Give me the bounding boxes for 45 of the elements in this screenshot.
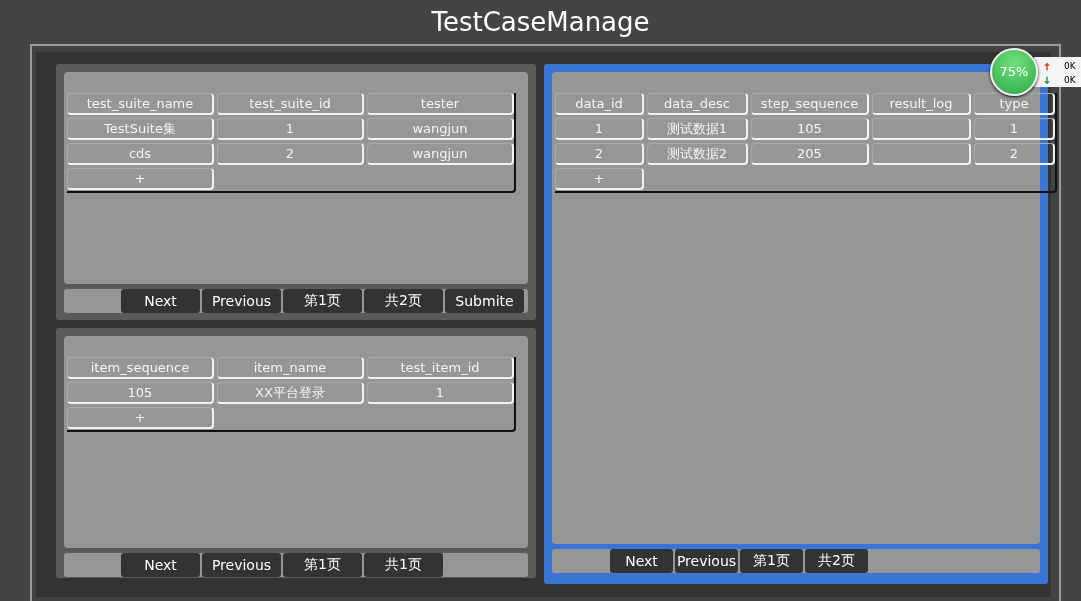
column-header: step_sequence [751, 93, 869, 115]
table-cell: wangjun [367, 143, 514, 165]
table-cell: 2 [217, 143, 364, 165]
pager-button[interactable]: 第1页 [283, 553, 362, 577]
pager-button[interactable]: Next [121, 553, 200, 577]
pager-button[interactable]: Previous [202, 289, 281, 313]
table-cell: XX平台登录 [217, 382, 364, 404]
column-header: data_id [555, 93, 644, 115]
pager-button[interactable]: 共2页 [805, 549, 868, 573]
pager-button[interactable]: Previous [202, 553, 281, 577]
column-header: test_suite_id [217, 93, 364, 115]
table-cell: 1 [217, 118, 364, 140]
upload-arrow-icon [1044, 61, 1050, 71]
table-cell: TestSuite集 [67, 118, 214, 140]
table-cell: 105 [751, 118, 869, 140]
column-header: item_name [217, 357, 364, 379]
table-cell: 1 [555, 118, 644, 140]
pager-button[interactable]: 共1页 [364, 553, 443, 577]
download-arrow-icon [1044, 75, 1050, 85]
table-cell: 测试数据1 [647, 118, 748, 140]
table-cell: cds [67, 143, 214, 165]
table-cell: 205 [751, 143, 869, 165]
table-cell: 105 [67, 382, 214, 404]
pager-button[interactable]: 第1页 [740, 549, 803, 573]
table-cell: 1 [367, 382, 514, 404]
pager-button[interactable]: 共2页 [364, 289, 443, 313]
download-speed: 0K [1064, 75, 1076, 85]
column-header: test_item_id [367, 357, 514, 379]
page-title: TestCaseManage [430, 6, 651, 39]
column-header: test_suite_name [67, 93, 214, 115]
column-header: result_log [872, 93, 971, 115]
upload-speed: 0K [1064, 61, 1076, 71]
column-header: data_desc [647, 93, 748, 115]
pager-button[interactable]: Next [121, 289, 200, 313]
table-cell: 测试数据2 [647, 143, 748, 165]
table-cell: wangjun [367, 118, 514, 140]
pager-button[interactable]: Next [610, 549, 673, 573]
pager-button[interactable]: 第1页 [283, 289, 362, 313]
pager-button[interactable]: Previous [675, 549, 738, 573]
table-cell: 1 [974, 118, 1055, 140]
column-header: tester [367, 93, 514, 115]
table-cell: 2 [974, 143, 1055, 165]
pager-button[interactable]: Submite [445, 289, 524, 313]
table-cell: 2 [555, 143, 644, 165]
column-header: item_sequence [67, 357, 214, 379]
